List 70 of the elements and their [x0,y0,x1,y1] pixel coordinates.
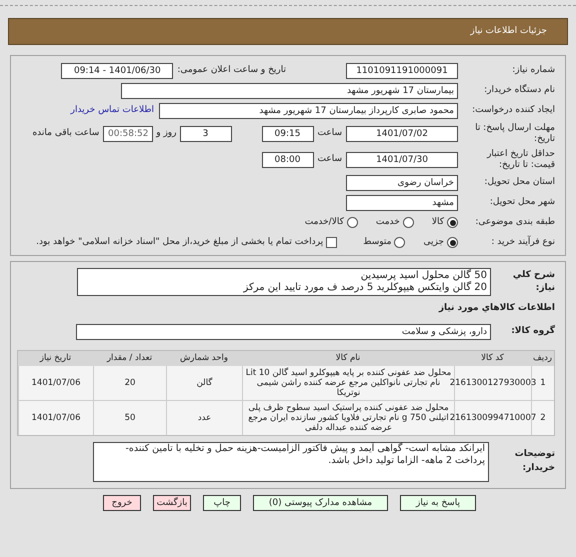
table-cell: 1 [540,378,546,388]
action-button[interactable]: مشاهده مدارک پیوستی (0) [253,494,388,510]
field-label: توضیحات خریدار: [514,448,555,474]
field-label: حداقل تاریخ اعتبار قیمت: تا تاریخ: [486,148,555,170]
column-header: کد کالا [480,352,505,364]
days-field: 3 [180,126,232,142]
radio-label: خدمت [376,216,400,229]
field-label: مهلت ارسال پاسخ: تا تاریخ: [474,122,555,144]
checkbox-label: پرداخت تمام یا بخشی از مبلغ خرید،از محل "اسناد خزانه اسلامی" خواهد بود. [36,236,324,249]
table-cell: 1401/07/06 [32,378,80,388]
checkbox[interactable] [326,237,338,248]
column-header: ردیف [532,352,554,364]
radio-button[interactable] [394,237,406,248]
radio-button[interactable] [447,237,458,248]
action-button[interactable]: بازگشت [153,494,191,510]
column-header: تاریخ نیاز [38,352,72,364]
field-label: شماره نیاز: [511,65,555,76]
buyer-name-field: بیمارستان 17 شهریور مشهد [121,82,458,98]
announce-date-field: 1401/06/30 - 09:14 [61,62,174,78]
field-label: ساعت [318,126,342,140]
validity-date-field: 1401/07/30 [346,152,458,168]
field-label: تاریخ و ساعت اعلان عمومی: [177,64,286,77]
column-header: واحد شمارش [179,352,229,364]
table-cell-text: محلول ضد عفونی کننده پراستیک اسید سطوح ظرف پلی اتیلنی 750 g نام تجارتی فلاویا کشور سازنده ایران مرجع عرضه کننده عبداله دلفی [247,402,450,432]
section-heading: اطلاعات کالاهاي مورد نياز [438,302,555,315]
page-header: جزئیات اطلاعات نیاز [8,18,568,45]
field-label: نوع فرآیند خرید : [490,237,555,248]
field-label: طبقه بندی موضوعی: [474,217,555,228]
column-header: تعداد / مقدار [106,352,154,364]
column-header: نام کالا [334,352,362,364]
radio-label: کالا/خدمت [304,216,344,229]
table-cell: گالن [196,378,212,388]
table-cell: عدد [198,412,212,422]
deadline-time-field: 09:15 [262,126,314,142]
radio-button[interactable] [346,217,358,228]
table-cell: 2161300127930003 [450,378,536,388]
field-label: گروه کالا: [510,324,555,338]
action-button[interactable]: چاپ [203,494,241,510]
requester-field: محمود صابری کارپرداز بیمارستان 17 شهریور مشهد [159,102,458,118]
radio-label: کالا [432,216,444,229]
field-label: شرح کلي نياز: [512,268,555,295]
notes-box: ایرانکد مشابه است- گواهی آیمد و پیش فاکتور الزامیست-هزینه حمل و تخلیه با تامین کننده-پرداخت 2 ماهه- الزاما تولید داخل باشد. [93,442,489,482]
city-field: مشهد [346,194,458,210]
summary-box: 50 گالن محلول اسید پرسیدین 20 گالن وایتکس هیپوکلرید 5 درصد ف مورد تایید این مرکز [77,268,491,296]
product-group-field: دارو، پزشکی و سلامت [76,324,491,340]
contact-link[interactable]: اطلاعات تماس خریدار [70,104,154,118]
validity-time-field: 08:00 [262,152,314,168]
need-number-field: 1101091191000091 [346,62,458,78]
field-label: روز و [156,126,176,140]
action-button[interactable]: پاسخ به نیاز [400,494,476,510]
province-field: خراسان رضوی [346,174,458,190]
radio-label: جزیی [423,236,444,249]
radio-button[interactable] [402,217,414,228]
field-label: نام دستگاه خریدار: [483,85,555,96]
remaining-time-field: 00:58:52 [103,126,154,142]
field-label: استان محل تحویل: [483,177,555,188]
field-label: ساعت باقی مانده [32,126,100,140]
table-cell: 50 [124,412,136,422]
radio-button[interactable] [447,217,458,228]
action-button[interactable]: خروج [103,494,141,510]
table-cell: 2161300994710007 [450,412,536,422]
table-cell: 2 [540,412,546,422]
deadline-date-field: 1401/07/02 [346,126,458,142]
radio-label: متوسط [363,236,392,249]
table-cell-text: محلول ضد عفونی کننده بر پایه هیپوکلرو اسید گالن 10 Lit نام تجارتی نانواکلین مرجع عرضه کننده راشن شیمی نوتریکا [245,368,452,398]
field-label: ایجاد کننده درخواست: [471,105,555,116]
field-label: ساعت [318,152,342,166]
table-cell: 1401/07/06 [32,412,80,422]
field-label: شهر محل تحویل: [488,197,555,208]
table-cell: 20 [124,378,136,388]
